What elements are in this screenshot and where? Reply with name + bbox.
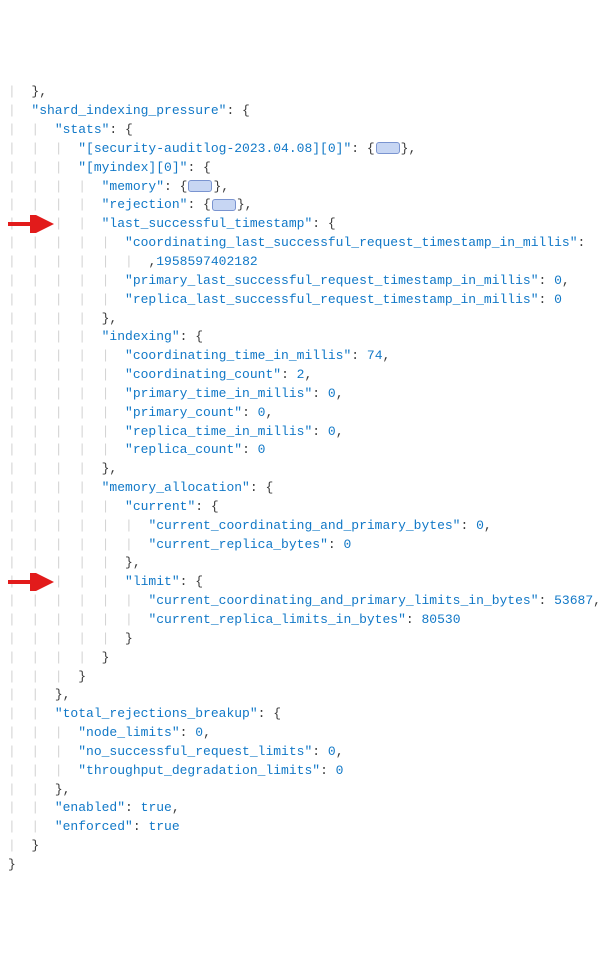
json-number: 0 [328, 386, 336, 401]
code-line: | | | | | "primary_time_in_millis": 0, [8, 385, 601, 404]
code-line: | | | | }, [8, 460, 601, 479]
code-line: | | | "node_limits": 0, [8, 724, 601, 743]
code-line: | | }, [8, 781, 601, 800]
code-line: | | | | | "replica_count": 0 [8, 441, 601, 460]
json-number: 80530 [422, 612, 461, 627]
code-line: } [8, 856, 601, 875]
json-key: "coordinating_count" [125, 367, 281, 382]
code-line: | | | | | "coordinating_time_in_millis":… [8, 347, 601, 366]
json-number: 53687 [554, 593, 593, 608]
code-line: | | | | | "limit": { [8, 573, 601, 592]
json-key: "indexing" [102, 329, 180, 344]
json-boolean: true [141, 800, 172, 815]
json-number: 0 [476, 518, 484, 533]
json-number: 0 [554, 292, 562, 307]
json-key: "[security-auditlog-2023.04.08][0]" [78, 141, 351, 156]
code-line: | | | "throughput_degradation_limits": 0 [8, 762, 601, 781]
json-key: "primary_count" [125, 405, 242, 420]
collapsed-object-badge[interactable] [376, 142, 400, 154]
code-line: | | "stats": { [8, 121, 601, 140]
code-line: | | | | | | ,1958597402182 [8, 253, 601, 272]
json-number: 0 [195, 725, 203, 740]
code-line: | | | | "memory": {}, [8, 178, 601, 197]
code-line: | | | | | "coordinating_count": 2, [8, 366, 601, 385]
json-key: "node_limits" [78, 725, 179, 740]
json-key: "total_rejections_breakup" [55, 706, 258, 721]
code-line: | | | | "indexing": { [8, 328, 601, 347]
code-line: | | | | | }, [8, 554, 601, 573]
code-line: | | | | | } [8, 630, 601, 649]
code-line: | "shard_indexing_pressure": { [8, 102, 601, 121]
json-key: "memory_allocation" [102, 480, 250, 495]
json-number: 0 [258, 442, 266, 457]
json-key: "current" [125, 499, 195, 514]
code-line: | | | | | | "current_coordinating_and_pr… [8, 592, 601, 611]
json-key: "no_successful_request_limits" [78, 744, 312, 759]
code-line: | | "enforced": true [8, 818, 601, 837]
code-line: | | | } [8, 668, 601, 687]
code-line: | | | | | "current": { [8, 498, 601, 517]
json-key: "replica_count" [125, 442, 242, 457]
json-number: 0 [328, 424, 336, 439]
json-key: "primary_time_in_millis" [125, 386, 312, 401]
code-line: | | "total_rejections_breakup": { [8, 705, 601, 724]
code-line: | | | | | "replica_time_in_millis": 0, [8, 423, 601, 442]
json-key: "current_replica_limits_in_bytes" [148, 612, 405, 627]
json-key: "coordinating_time_in_millis" [125, 348, 351, 363]
json-key: "enforced" [55, 819, 133, 834]
code-line: | | | | | | "current_coordinating_and_pr… [8, 517, 601, 536]
code-line: | }, [8, 83, 601, 102]
json-number: 74 [367, 348, 383, 363]
json-key: "rejection" [102, 197, 188, 212]
code-line: | | | | | "primary_count": 0, [8, 404, 601, 423]
json-key: "current_replica_bytes" [148, 537, 327, 552]
code-line: | | | "no_successful_request_limits": 0, [8, 743, 601, 762]
code-line: | | | | }, [8, 310, 601, 329]
json-key: "primary_last_successful_request_timesta… [125, 273, 538, 288]
json-boolean: true [148, 819, 179, 834]
code-line: | | | | } [8, 649, 601, 668]
json-key: "coordinating_last_successful_request_ti… [125, 235, 577, 250]
code-line: | | | | "memory_allocation": { [8, 479, 601, 498]
collapsed-object-badge[interactable] [188, 180, 212, 192]
json-number: 0 [328, 744, 336, 759]
json-key: "limit" [125, 574, 180, 589]
json-key: "enabled" [55, 800, 125, 815]
code-line: | | | | | "replica_last_successful_reque… [8, 291, 601, 310]
json-key: "memory" [102, 179, 164, 194]
json-key: "current_coordinating_and_primary_limits… [148, 593, 538, 608]
code-line: | | | | | | "current_replica_bytes": 0 [8, 536, 601, 555]
code-line: | | }, [8, 686, 601, 705]
json-key: "last_successful_timestamp" [102, 216, 313, 231]
code-line: | | "enabled": true, [8, 799, 601, 818]
json-key: "shard_indexing_pressure" [31, 103, 226, 118]
code-line: | | | | | "coordinating_last_successful_… [8, 234, 601, 253]
collapsed-object-badge[interactable] [212, 199, 236, 211]
json-key: "throughput_degradation_limits" [78, 763, 320, 778]
code-line: | | | | | | "current_replica_limits_in_b… [8, 611, 601, 630]
json-code-block: | },| "shard_indexing_pressure": {| | "s… [8, 83, 601, 874]
json-key: "stats" [55, 122, 110, 137]
code-line: | | | | | "primary_last_successful_reque… [8, 272, 601, 291]
json-number: 0 [343, 537, 351, 552]
json-number: 0 [554, 273, 562, 288]
json-number: 1958597402182 [156, 254, 257, 269]
code-line: | } [8, 837, 601, 856]
json-key: "replica_time_in_millis" [125, 424, 312, 439]
json-number: 0 [336, 763, 344, 778]
code-line: | | | "[myindex][0]": { [8, 159, 601, 178]
json-key: "replica_last_successful_request_timesta… [125, 292, 538, 307]
code-line: | | | "[security-auditlog-2023.04.08][0]… [8, 140, 601, 159]
json-key: "[myindex][0]" [78, 160, 187, 175]
code-line: | | | | "last_successful_timestamp": { [8, 215, 601, 234]
code-line: | | | | "rejection": {}, [8, 196, 601, 215]
json-key: "current_coordinating_and_primary_bytes" [148, 518, 460, 533]
